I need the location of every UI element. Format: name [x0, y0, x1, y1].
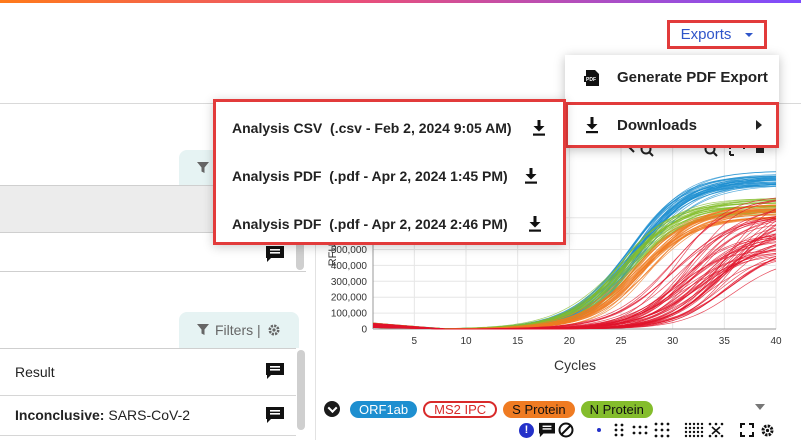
- download-item[interactable]: Analysis PDF (.pdf - Apr 2, 2024 2:46 PM…: [232, 214, 541, 234]
- dot-size-small-icon[interactable]: [594, 425, 604, 435]
- pdf-file-icon: PDF: [584, 69, 599, 86]
- x-tick-label: 5: [412, 336, 418, 347]
- result-status: Inconclusive:: [15, 407, 105, 423]
- x-tick-label: 25: [615, 336, 627, 347]
- download-item-label: Analysis CSV (.csv - Feb 2, 2024 9:05 AM…: [232, 120, 512, 136]
- chevron-right-icon: [756, 120, 762, 130]
- downloads-item[interactable]: Downloads: [565, 102, 779, 148]
- top-accent-bar: [0, 0, 801, 3]
- fullscreen-icon[interactable]: [740, 423, 754, 437]
- x-tick-label: 20: [564, 336, 576, 347]
- download-item[interactable]: Analysis CSV (.csv - Feb 2, 2024 9:05 AM…: [232, 118, 545, 138]
- exports-label: Exports: [680, 26, 732, 43]
- hide-icon[interactable]: [558, 422, 574, 438]
- settings-gear-icon[interactable]: [760, 423, 775, 438]
- download-icon: [586, 117, 598, 134]
- exports-menu: PDF Generate PDF Export Downloads: [565, 55, 779, 148]
- download-item-label: Analysis PDF (.pdf - Apr 2, 2024 2:46 PM…: [232, 216, 508, 232]
- table-row-header[interactable]: Result: [0, 348, 296, 396]
- download-icon[interactable]: [528, 216, 542, 232]
- x-tick-label: 40: [770, 336, 782, 347]
- chart-tools: !: [519, 420, 775, 440]
- comment-icon[interactable]: [265, 362, 285, 380]
- x-tick-label: 10: [460, 336, 472, 347]
- legend-item-s-protein[interactable]: S Protein: [503, 400, 575, 418]
- download-icon[interactable]: [532, 120, 546, 136]
- generate-pdf-export-label: Generate PDF Export: [617, 69, 768, 86]
- download-item-label: Analysis PDF (.pdf - Apr 2, 2024 1:45 PM…: [232, 168, 508, 184]
- grid-2x3-icon[interactable]: [612, 423, 626, 437]
- y-tick-label: 200,000: [331, 293, 368, 304]
- result-cell: Inconclusive: SARS-CoV-2: [15, 407, 190, 423]
- chevron-down-icon: [745, 32, 754, 37]
- chart-legend: ORF1ab MS2 IPC S Protein N Protein: [324, 398, 653, 420]
- exports-button[interactable]: Exports: [667, 20, 767, 49]
- comment-icon[interactable]: [538, 422, 556, 438]
- filters-label: Filters |: [215, 322, 261, 338]
- grid-off-icon[interactable]: [708, 422, 724, 438]
- downloads-label: Downloads: [617, 116, 698, 134]
- y-axis-label: RFU: [327, 244, 339, 267]
- result-target: SARS-CoV-2: [104, 407, 191, 423]
- x-axis: 5 10 15 20 25 30 35 40: [373, 328, 782, 347]
- comment-icon[interactable]: [265, 245, 285, 263]
- alert-icon[interactable]: !: [519, 422, 534, 438]
- filters-tab[interactable]: Filters |: [179, 312, 299, 348]
- grid-dense-icon[interactable]: [684, 422, 704, 438]
- downloads-submenu: Analysis CSV (.csv - Feb 2, 2024 9:05 AM…: [213, 99, 566, 245]
- x-tick-label: 35: [719, 336, 731, 347]
- x-axis-label: Cycles: [554, 357, 596, 373]
- filter-icon: [197, 161, 209, 173]
- filter-icon: [197, 324, 209, 335]
- grid-3x3-icon[interactable]: [654, 422, 670, 438]
- download-icon[interactable]: [524, 168, 538, 184]
- gear-icon[interactable]: [267, 323, 281, 337]
- chevron-down-icon[interactable]: [324, 401, 340, 417]
- download-item[interactable]: Analysis PDF (.pdf - Apr 2, 2024 1:45 PM…: [232, 166, 537, 186]
- legend-item-orf1ab[interactable]: ORF1ab: [350, 400, 418, 418]
- generate-pdf-export-item[interactable]: PDF Generate PDF Export: [565, 55, 779, 100]
- legend-expand-icon[interactable]: [755, 404, 765, 410]
- result-column-header: Result: [15, 364, 55, 380]
- comment-icon[interactable]: [265, 406, 285, 424]
- x-tick-label: 30: [667, 336, 679, 347]
- grid-3x2-icon[interactable]: [632, 423, 648, 437]
- y-tick-label: 300,000: [331, 277, 368, 288]
- svg-text:PDF: PDF: [586, 77, 596, 83]
- legend-item-ms2-ipc[interactable]: MS2 IPC: [423, 400, 498, 418]
- table-row[interactable]: Inconclusive: SARS-CoV-2: [0, 395, 296, 436]
- y-tick-label: 100,000: [331, 309, 368, 320]
- x-tick-label: 15: [512, 336, 524, 347]
- y-tick-label: 0: [361, 325, 367, 336]
- legend-item-n-protein[interactable]: N Protein: [580, 400, 653, 418]
- table-scrollbar[interactable]: [297, 350, 305, 430]
